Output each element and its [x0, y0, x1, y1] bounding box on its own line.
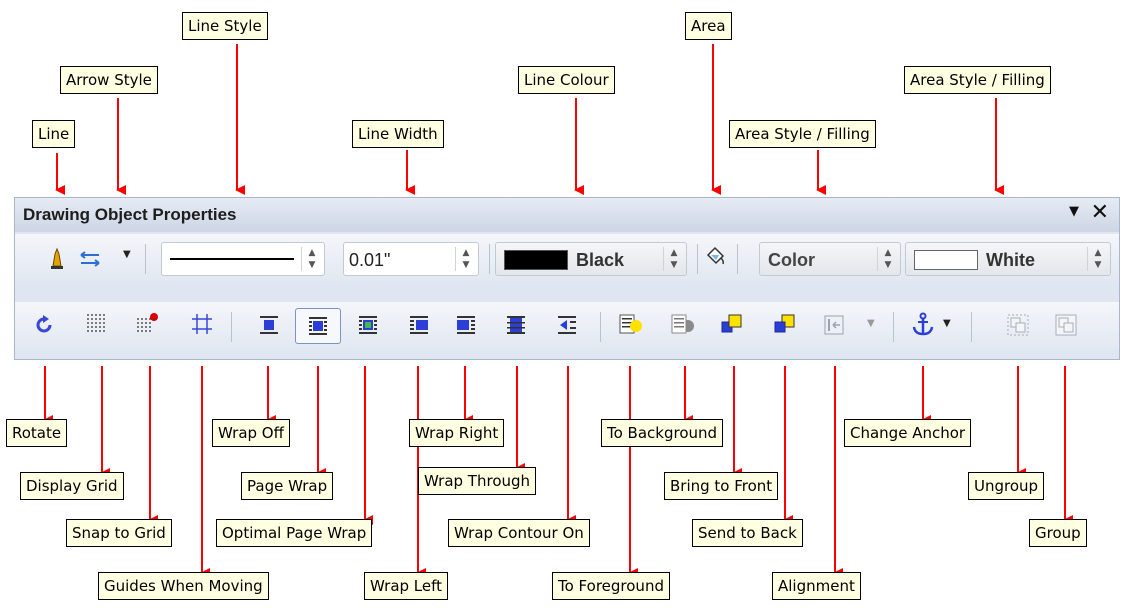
toolbar-row-2: ▼ ▼	[15, 302, 1119, 352]
line-colour-spin[interactable]: ▲ ▼	[663, 247, 684, 271]
area-filling-select[interactable]: White ▲ ▼	[905, 242, 1111, 276]
callout-arrow-style: Arrow Style	[60, 66, 158, 94]
callout-wrap-left: Wrap Left	[364, 572, 449, 600]
separator	[600, 312, 601, 342]
callout-area-style-filling-2: Area Style / Filling	[904, 66, 1051, 94]
line-style-select[interactable]: ▲ ▼	[161, 242, 325, 276]
line-style-preview	[170, 258, 294, 260]
drawing-object-properties-toolbar: Drawing Object Properties ▼ ✕ ▼ ▲ ▼ 0.01"…	[14, 197, 1120, 360]
toolbar-menu-icon[interactable]: ▼	[1069, 204, 1079, 219]
anchor-dropdown-icon[interactable]: ▼	[943, 318, 951, 329]
separator	[489, 244, 490, 274]
toolbar-titlebar[interactable]: Drawing Object Properties ▼ ✕	[15, 198, 1119, 232]
area-icon[interactable]	[705, 245, 727, 267]
page-wrap-button[interactable]	[295, 308, 341, 344]
ungroup-icon[interactable]	[1007, 314, 1029, 336]
callout-wrap-off: Wrap Off	[212, 419, 290, 447]
line-width-value: 0.01"	[349, 250, 391, 270]
callout-ungroup: Ungroup	[968, 472, 1045, 500]
area-style-select[interactable]: Color ▲ ▼	[759, 242, 901, 276]
callout-wrap-contour-on: Wrap Contour On	[448, 519, 590, 547]
separator	[893, 312, 894, 342]
snap-to-grid-icon[interactable]	[135, 312, 159, 334]
group-icon[interactable]	[1055, 314, 1077, 336]
callout-group: Group	[1029, 519, 1087, 547]
page-wrap-icon	[309, 317, 327, 335]
to-foreground-icon[interactable]	[618, 313, 644, 337]
callout-line-width: Line Width	[352, 120, 444, 148]
separator	[231, 312, 232, 342]
line-width-spin[interactable]: ▲ ▼	[455, 247, 476, 271]
send-to-back-icon[interactable]	[773, 312, 799, 336]
callout-send-to-back: Send to Back	[692, 519, 803, 547]
callout-display-grid: Display Grid	[20, 472, 124, 500]
callout-line-colour: Line Colour	[518, 66, 615, 94]
callout-optimal-page-wrap: Optimal Page Wrap	[216, 519, 373, 547]
callout-wrap-through: Wrap Through	[418, 467, 537, 495]
line-colour-swatch	[504, 250, 568, 270]
callout-alignment: Alignment	[772, 572, 861, 600]
alignment-dropdown-icon[interactable]: ▼	[867, 318, 875, 329]
callout-wrap-right: Wrap Right	[409, 419, 505, 447]
close-icon[interactable]: ✕	[1091, 200, 1109, 225]
callout-guides-when-moving: Guides When Moving	[98, 572, 269, 600]
to-background-icon[interactable]	[670, 313, 696, 337]
callout-change-anchor: Change Anchor	[844, 419, 972, 447]
area-filling-swatch	[914, 250, 978, 270]
callout-bring-to-front: Bring to Front	[664, 472, 779, 500]
toolbar-title: Drawing Object Properties	[23, 205, 237, 224]
display-grid-icon[interactable]	[85, 312, 107, 334]
area-filling-spin[interactable]: ▲ ▼	[1087, 247, 1108, 271]
arrow-style-dropdown-icon[interactable]: ▼	[123, 249, 131, 260]
line-icon[interactable]	[49, 246, 65, 270]
callout-line: Line	[32, 120, 76, 148]
alignment-icon[interactable]	[823, 314, 845, 336]
line-style-spin[interactable]: ▲ ▼	[301, 247, 322, 271]
rotate-icon[interactable]	[33, 314, 55, 336]
callout-area-style-filling-1: Area Style / Filling	[729, 120, 876, 148]
arrow-style-icon[interactable]	[77, 249, 103, 269]
callout-area: Area	[685, 12, 732, 40]
area-style-value: Color	[768, 250, 815, 270]
wrap-through-icon[interactable]	[505, 314, 527, 336]
anchor-icon[interactable]	[911, 312, 935, 338]
wrap-contour-icon[interactable]	[556, 314, 578, 336]
line-colour-select[interactable]: Black ▲ ▼	[495, 242, 687, 276]
toolbar-row-1: ▼ ▲ ▼ 0.01" ▲ ▼ Black ▲ ▼ Color ▲ ▼ Whit…	[15, 234, 1119, 284]
callout-to-foreground: To Foreground	[552, 572, 670, 600]
guides-icon[interactable]	[191, 313, 213, 335]
callout-rotate: Rotate	[6, 419, 68, 447]
area-filling-value: White	[986, 250, 1035, 270]
callout-snap-to-grid: Snap to Grid	[66, 519, 172, 547]
separator	[971, 312, 972, 342]
separator	[145, 244, 146, 274]
callout-line-style: Line Style	[182, 12, 268, 40]
wrap-off-icon[interactable]	[258, 314, 280, 336]
optimal-page-wrap-icon[interactable]	[357, 314, 379, 336]
separator	[697, 244, 698, 274]
line-colour-value: Black	[576, 250, 625, 270]
callout-page-wrap: Page Wrap	[241, 472, 334, 500]
line-width-field[interactable]: 0.01" ▲ ▼	[343, 242, 479, 276]
wrap-right-icon[interactable]	[455, 314, 477, 336]
separator	[737, 244, 738, 274]
bring-to-front-icon[interactable]	[720, 312, 746, 336]
area-style-spin[interactable]: ▲ ▼	[877, 247, 898, 271]
callout-to-background: To Background	[601, 419, 724, 447]
wrap-left-icon[interactable]	[408, 314, 430, 336]
